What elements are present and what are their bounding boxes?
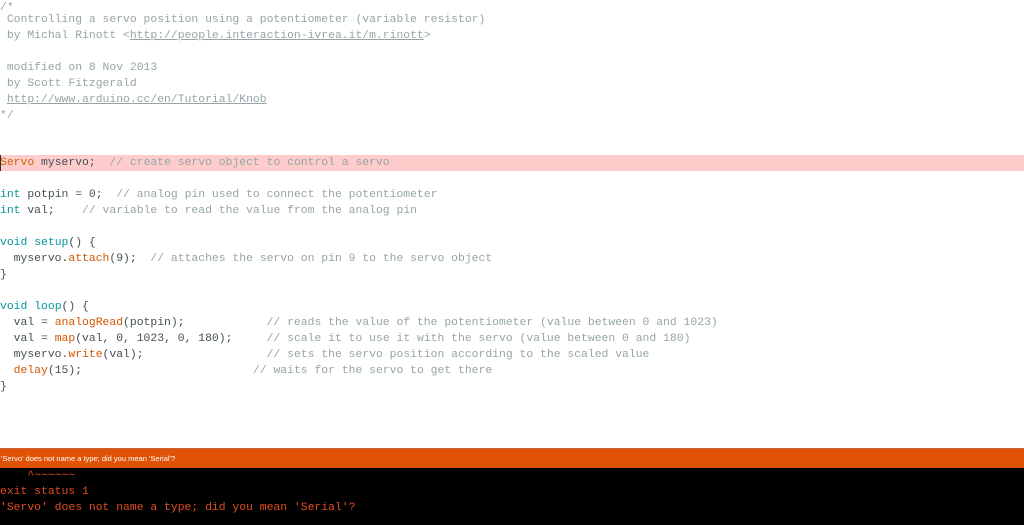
code-token: (potpin); bbox=[123, 317, 267, 329]
comment-text: // create servo object to control a serv… bbox=[95, 157, 390, 169]
code-token: val = bbox=[0, 333, 55, 345]
code-editor[interactable]: /* Controlling a servo position using a … bbox=[0, 0, 1024, 448]
code-line: */ bbox=[0, 110, 14, 122]
error-status-bar: 'Servo' does not name a type; did you me… bbox=[0, 448, 1024, 468]
code-line: void setup() { bbox=[0, 235, 1024, 251]
code-line: } bbox=[0, 381, 7, 393]
comment-text: by Michal Rinott < bbox=[0, 30, 130, 42]
code-line: val = map(val, 0, 1023, 0, 180); // scal… bbox=[0, 331, 1024, 347]
function-token: analogRead bbox=[54, 317, 124, 329]
code-line: myservo.attach(9); // attaches the servo… bbox=[0, 251, 1024, 267]
console-line: 'Servo' does not name a type; did you me… bbox=[0, 502, 356, 514]
function-token: attach bbox=[68, 253, 110, 265]
code-token: myservo. bbox=[0, 349, 69, 361]
comment-text: // sets the servo position according to … bbox=[266, 349, 650, 361]
function-token: delay bbox=[13, 365, 48, 377]
status-message: 'Servo' does not name a type; did you me… bbox=[1, 454, 176, 463]
code-line: modified on 8 Nov 2013 bbox=[0, 62, 158, 74]
code-line: int potpin = 0; // analog pin used to co… bbox=[0, 187, 1024, 203]
keyword-token: void bbox=[0, 301, 28, 313]
code-token: (val, 0, 1023, 0, 180); bbox=[75, 333, 267, 345]
code-token: (15); bbox=[47, 365, 253, 377]
comment-text: // variable to read the value from the a… bbox=[54, 205, 417, 217]
code-token: (val); bbox=[102, 349, 267, 361]
code-line: } bbox=[0, 269, 7, 281]
code-line: Controlling a servo position using a pot… bbox=[0, 14, 486, 26]
code-token: myservo. bbox=[0, 253, 69, 265]
code-line: http://www.arduino.cc/en/Tutorial/Knob bbox=[0, 92, 1024, 108]
code-line: delay(15); // waits for the servo to get… bbox=[0, 363, 1024, 379]
console-line: ^~~~~~~ bbox=[0, 470, 76, 482]
code-line: by Michal Rinott <http://people.interact… bbox=[0, 28, 1024, 44]
tutorial-link[interactable]: http://www.arduino.cc/en/Tutorial/Knob bbox=[7, 94, 267, 106]
code-token: () { bbox=[68, 237, 96, 249]
comment-text: // reads the value of the potentiometer … bbox=[266, 317, 718, 329]
text-cursor bbox=[0, 155, 1, 171]
code-token: () { bbox=[61, 301, 89, 313]
console-line: exit status 1 bbox=[0, 486, 89, 498]
code-token: val = bbox=[0, 317, 55, 329]
function-token: map bbox=[54, 333, 76, 345]
comment-text: // scale it to use it with the servo (va… bbox=[266, 333, 691, 345]
comment-text: // attaches the servo on pin 9 to the se… bbox=[136, 253, 493, 265]
type-token: Servo bbox=[0, 157, 35, 169]
code-token: (9); bbox=[109, 253, 137, 265]
keyword-token: void bbox=[0, 237, 28, 249]
code-line: int val; // variable to read the value f… bbox=[0, 203, 1024, 219]
function-token: loop bbox=[34, 301, 62, 313]
error-highlighted-line: Servo myservo; // create servo object to… bbox=[0, 155, 1024, 171]
author-link[interactable]: http://people.interaction-ivrea.it/m.rin… bbox=[130, 30, 424, 42]
comment-text: > bbox=[423, 30, 431, 42]
output-console[interactable]: ^~~~~~~ exit status 1 'Servo' does not n… bbox=[0, 468, 1024, 525]
function-token: write bbox=[68, 349, 103, 361]
code-line: void loop() { bbox=[0, 299, 1024, 315]
keyword-token: int bbox=[0, 205, 21, 217]
code-line: val = analogRead(potpin); // reads the v… bbox=[0, 315, 1024, 331]
comment-text: // analog pin used to connect the potent… bbox=[102, 189, 438, 201]
comment-text: // waits for the servo to get there bbox=[252, 365, 493, 377]
code-token: potpin = 0; bbox=[20, 189, 103, 201]
code-line: myservo.write(val); // sets the servo po… bbox=[0, 347, 1024, 363]
function-token: setup bbox=[34, 237, 69, 249]
keyword-token: int bbox=[0, 189, 21, 201]
code-line: by Scott Fitzgerald bbox=[0, 78, 137, 90]
code-token: val; bbox=[20, 205, 55, 217]
code-token: myservo; bbox=[34, 157, 96, 169]
